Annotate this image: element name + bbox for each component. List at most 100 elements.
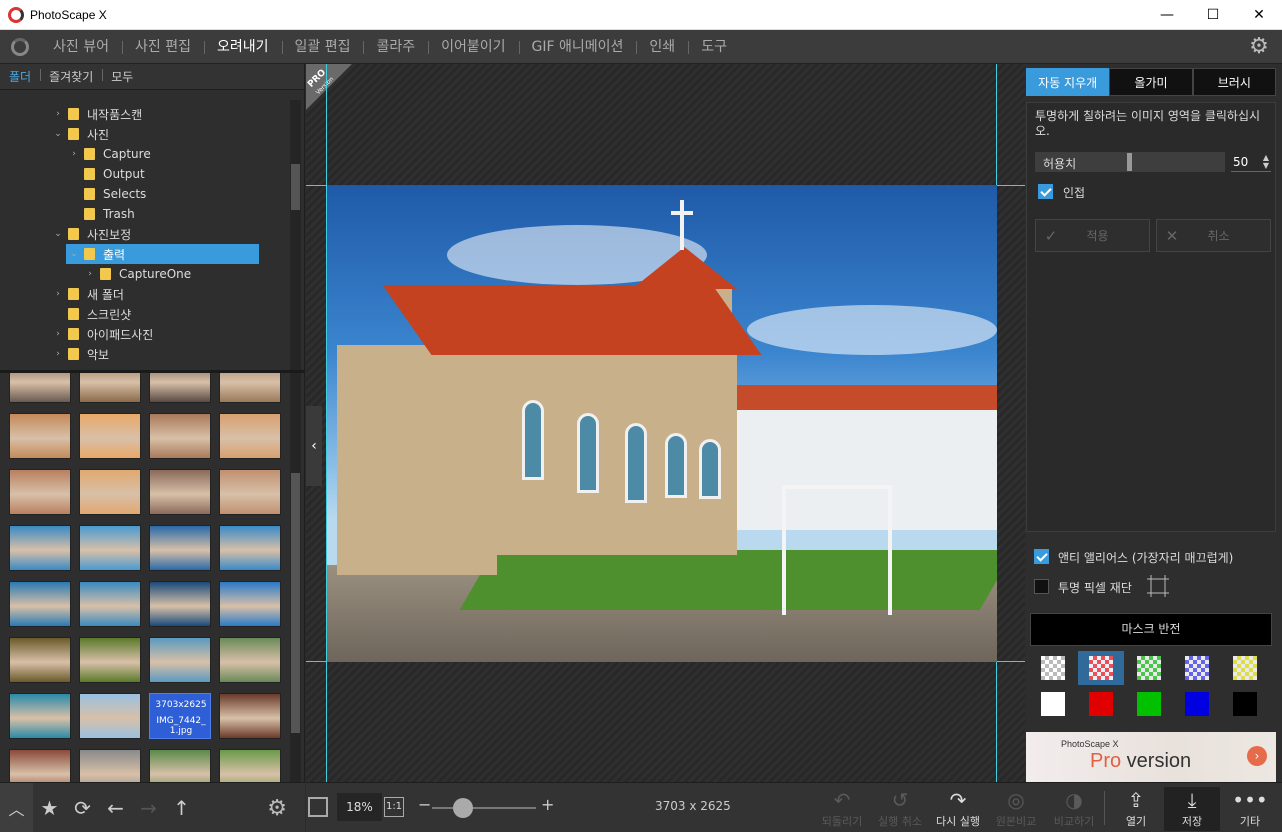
thumbnail[interactable] [219, 637, 281, 683]
apply-button[interactable]: ✓ 적용 [1035, 219, 1150, 252]
thumbnail[interactable] [9, 525, 71, 571]
mask-color-swatch[interactable] [1030, 687, 1076, 721]
mask-color-swatch[interactable] [1126, 651, 1172, 685]
thumbnail[interactable]: 3703x2625 IMG_7442_ 1.jpg [149, 693, 211, 739]
erase-mode-tab[interactable]: 브러시 [1192, 68, 1276, 96]
menu-item[interactable]: 오려내기 [203, 30, 282, 64]
mask-color-swatch[interactable] [1078, 651, 1124, 685]
tree-item[interactable]: › CaptureOne [84, 264, 191, 284]
thumbnail[interactable] [79, 413, 141, 459]
thumbnail[interactable] [149, 373, 211, 403]
arrow-left-icon[interactable]: ← [99, 788, 132, 828]
thumbnail[interactable] [9, 749, 71, 782]
editing-canvas[interactable]: PRO Version ‹ [306, 64, 1025, 782]
menu-item[interactable]: 사진 뷰어 [40, 30, 122, 64]
more-button[interactable]: ••• 기타 [1222, 787, 1278, 831]
tree-item[interactable]: Trash [68, 204, 135, 224]
chevron-left-icon[interactable]: ‹ [306, 406, 322, 486]
menu-item[interactable]: 사진 편집 [121, 30, 204, 64]
thumbnail[interactable] [9, 581, 71, 627]
thumbnail[interactable] [219, 693, 281, 739]
chevron-icon[interactable]: › [84, 269, 96, 279]
chevron-icon[interactable]: ⌄ [52, 229, 64, 239]
erase-mode-tab[interactable]: 올가미 [1109, 68, 1193, 96]
spinner-icon[interactable]: ▲ ▼ [1263, 154, 1269, 170]
thumbnail[interactable] [219, 581, 281, 627]
pro-version-ad[interactable]: PhotoScape X Pro version › [1026, 732, 1276, 782]
minimize-button[interactable]: — [1144, 0, 1190, 30]
mask-color-swatch[interactable] [1126, 687, 1172, 721]
tree-scrollbar-thumb[interactable] [291, 164, 300, 210]
thumbnail[interactable] [219, 469, 281, 515]
chevron-icon[interactable]: ⌄ [52, 129, 64, 139]
arrow-right-icon[interactable]: → [132, 788, 165, 828]
thumbnail[interactable] [219, 749, 281, 782]
trim-transparent-checkbox[interactable] [1034, 579, 1049, 594]
mask-color-swatch[interactable] [1030, 651, 1076, 685]
zoom-slider[interactable] [432, 807, 536, 809]
thumbnail[interactable] [79, 693, 141, 739]
tolerance-input[interactable]: 50 ▲ ▼ [1231, 152, 1271, 172]
tree-item[interactable]: ⌄ 출력 [66, 244, 259, 264]
zoom-slider-handle[interactable] [453, 798, 473, 818]
mask-color-swatch[interactable] [1222, 687, 1268, 721]
actual-size-button[interactable]: 1:1 [384, 797, 404, 817]
redo-button[interactable]: ↷ 다시 실행 [930, 787, 986, 831]
gear-icon[interactable]: ⚙ [267, 796, 287, 821]
thumbnail[interactable] [79, 749, 141, 782]
compare-half-button[interactable]: ◑ 비교하기 [1046, 787, 1102, 831]
tree-item[interactable]: › 내작품스캔 [52, 104, 142, 124]
thumbnail[interactable] [9, 693, 71, 739]
tree-item[interactable]: Output [68, 164, 145, 184]
close-button[interactable]: ✕ [1236, 0, 1282, 30]
thumbnail[interactable] [149, 581, 211, 627]
thumbnail[interactable] [79, 525, 141, 571]
undo-all-button[interactable]: ↺ 실행 취소 [872, 787, 928, 831]
mask-color-swatch[interactable] [1222, 651, 1268, 685]
thumbnail[interactable] [9, 469, 71, 515]
tolerance-slider[interactable]: 허용치 [1035, 152, 1225, 172]
open-button[interactable]: ⇪ 열기 [1108, 787, 1164, 831]
thumbnail[interactable] [79, 637, 141, 683]
mask-color-swatch[interactable] [1078, 687, 1124, 721]
menu-item[interactable]: 콜라주 [363, 30, 428, 64]
save-button[interactable]: ⤓ 저장 [1164, 787, 1220, 831]
tree-item[interactable]: › 아이패드사진 [52, 324, 153, 344]
maximize-button[interactable]: ☐ [1190, 0, 1236, 30]
home-button[interactable] [0, 30, 40, 64]
menu-item[interactable]: 인쇄 [636, 30, 688, 64]
zoom-in-icon[interactable]: + [541, 795, 554, 814]
left-tab[interactable]: 즐겨찾기 [40, 68, 102, 85]
thumbnail[interactable] [9, 413, 71, 459]
fit-frame-icon[interactable] [308, 797, 328, 817]
thumbnail-scrollbar-thumb[interactable] [291, 473, 300, 733]
menu-item[interactable]: 일괄 편집 [281, 30, 364, 64]
photo-church[interactable] [327, 185, 997, 662]
thumbnail[interactable] [9, 373, 71, 403]
arrow-up-icon[interactable]: ↑ [165, 788, 198, 828]
menu-item[interactable]: 이어붙이기 [428, 30, 518, 64]
star-icon[interactable]: ★ [33, 788, 66, 828]
chevron-icon[interactable]: › [52, 289, 64, 299]
left-tab[interactable]: 모두 [102, 68, 142, 85]
cancel-button[interactable]: ✕ 취소 [1156, 219, 1271, 252]
tree-item[interactable]: › 악보 [52, 344, 109, 364]
mask-color-swatch[interactable] [1174, 687, 1220, 721]
undo-button[interactable]: ↶ 되돌리기 [814, 787, 870, 831]
chevron-icon[interactable]: › [52, 109, 64, 119]
thumbnail[interactable] [149, 637, 211, 683]
thumbnail[interactable] [79, 469, 141, 515]
chevron-up-icon[interactable]: ︿ [0, 782, 33, 832]
tree-item[interactable]: ⌄ 사진보정 [52, 224, 131, 244]
thumbnail[interactable] [9, 637, 71, 683]
arrow-right-icon[interactable]: › [1247, 746, 1267, 766]
thumbnail-scrollbar[interactable] [290, 373, 301, 782]
tree-item[interactable]: › Capture [68, 144, 151, 164]
erase-mode-tab[interactable]: 자동 지우개 [1026, 68, 1110, 96]
refresh-icon[interactable]: ⟳ [66, 788, 99, 828]
menu-item[interactable]: 도구 [688, 30, 740, 64]
tree-item[interactable]: › 새 폴더 [52, 284, 124, 304]
thumbnail[interactable] [219, 525, 281, 571]
thumbnail[interactable] [149, 525, 211, 571]
chevron-icon[interactable]: › [68, 149, 80, 159]
